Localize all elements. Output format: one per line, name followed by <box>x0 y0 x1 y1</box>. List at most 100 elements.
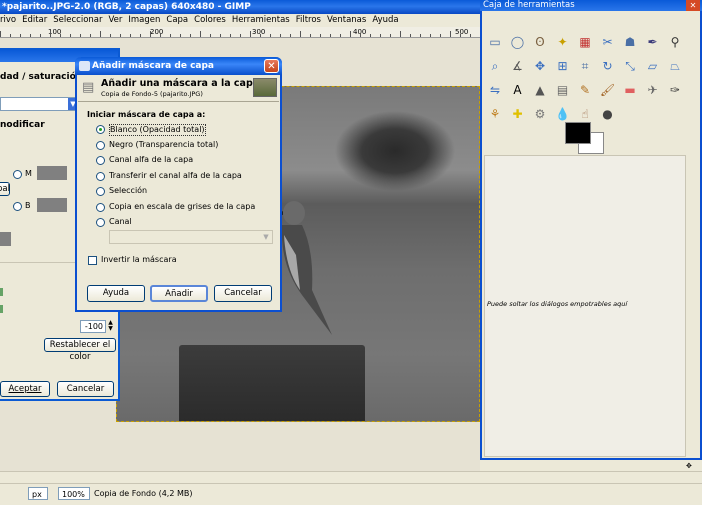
scale-icon[interactable]: ⤡ <box>622 58 638 74</box>
ruler-tick <box>340 34 341 37</box>
zoom-select[interactable]: 100% <box>58 487 90 500</box>
radio-layer-alpha-label[interactable]: Canal alfa de la capa <box>109 155 193 165</box>
text-icon[interactable]: A <box>510 82 526 98</box>
accept-button[interactable]: Aceptar <box>0 381 50 397</box>
dock-drop-area[interactable]: Puede soltar los diálogos empotrables aq… <box>484 155 686 457</box>
heal-icon[interactable]: ✚ <box>510 106 526 122</box>
radio-channel[interactable] <box>96 218 105 227</box>
blur-icon[interactable]: 💧 <box>555 106 571 122</box>
radio-m-label: M <box>25 169 32 178</box>
clone-icon[interactable]: ⚘ <box>487 106 503 122</box>
ruler-tick <box>300 31 301 37</box>
shear-icon[interactable]: ▱ <box>645 58 661 74</box>
smudge-icon[interactable]: ☝ <box>577 106 593 122</box>
unit-select[interactable]: px <box>28 487 48 500</box>
eraser-icon[interactable]: ▬ <box>622 82 638 98</box>
align-icon[interactable]: ⊞ <box>555 58 571 74</box>
bucket-fill-icon[interactable]: ▲ <box>532 82 548 98</box>
menu-colors[interactable]: Colores <box>194 14 232 27</box>
radio-b[interactable] <box>13 202 22 211</box>
ruler-label: 300 <box>252 28 266 36</box>
add-button[interactable]: Añadir <box>150 285 208 302</box>
ruler-tick <box>320 34 321 37</box>
invert-mask-label[interactable]: Invertir la máscara <box>101 255 177 265</box>
spin-input[interactable]: -100 <box>80 320 106 333</box>
radio-black-label[interactable]: Negro (Transparencia total) <box>109 140 218 150</box>
menu-edit[interactable]: Editar <box>22 14 53 27</box>
cancel-button[interactable]: Cancelar <box>57 381 114 397</box>
ruler-tick <box>110 34 111 37</box>
menu-image[interactable]: Imagen <box>128 14 166 27</box>
menu-filters[interactable]: Filtros <box>296 14 327 27</box>
cancel-button[interactable]: Cancelar <box>214 285 272 302</box>
ruler-tick <box>270 34 271 37</box>
slider-handle[interactable] <box>0 305 3 313</box>
perspective-clone-icon[interactable]: ⚙ <box>532 106 548 122</box>
master-button[interactable]: pal <box>0 182 10 196</box>
color-select-icon[interactable]: ▦ <box>577 34 593 50</box>
radio-grayscale[interactable] <box>96 203 105 212</box>
dodge-burn-icon[interactable]: ● <box>600 106 616 122</box>
move-icon[interactable]: ✥ <box>532 58 548 74</box>
ruler-tick <box>330 34 331 37</box>
radio-white[interactable] <box>96 125 105 134</box>
radio-selection-label[interactable]: Selección <box>109 186 147 196</box>
close-icon[interactable]: ✕ <box>686 0 700 11</box>
pencil-icon[interactable]: ✎ <box>577 82 593 98</box>
free-select-icon[interactable]: ʘ <box>532 34 548 50</box>
reset-color-button[interactable]: Restablecer el color <box>44 338 116 362</box>
radio-channel-label[interactable]: Canal <box>109 217 132 227</box>
rotate-icon[interactable]: ↻ <box>600 58 616 74</box>
close-icon[interactable]: ✕ <box>264 59 279 73</box>
measure-icon[interactable]: ∡ <box>510 58 526 74</box>
blend-icon[interactable]: ▤ <box>555 82 571 98</box>
nav-icon[interactable]: ✥ <box>686 462 700 470</box>
radio-m[interactable] <box>13 170 22 179</box>
radio-selection[interactable] <box>96 187 105 196</box>
ellipse-select-icon[interactable]: ◯ <box>510 34 526 50</box>
radio-black[interactable] <box>96 141 105 150</box>
gimp-app-icon <box>79 61 90 71</box>
mask-init-label: Iniciar máscara de capa a: <box>87 110 206 119</box>
menu-select[interactable]: Seleccionar <box>53 14 108 27</box>
radio-layer-alpha[interactable] <box>96 156 105 165</box>
scissors-icon[interactable]: ✂ <box>600 34 616 50</box>
radio-transfer-alpha[interactable] <box>96 172 105 181</box>
radio-grayscale-label[interactable]: Copia en escala de grises de la capa <box>109 202 255 212</box>
ruler-tick <box>20 34 21 37</box>
menu-tools[interactable]: Herramientas <box>232 14 296 27</box>
radio-white-label[interactable]: Blanco (Opacidad total) <box>109 124 206 136</box>
color-picker-icon[interactable]: ⚲ <box>667 34 683 50</box>
chevron-down-icon[interactable]: ▼ <box>260 231 272 243</box>
perspective-icon[interactable]: ⏢ <box>667 58 683 74</box>
divider <box>78 101 279 102</box>
radio-transfer-alpha-label[interactable]: Transferir el canal alfa de la capa <box>109 171 242 181</box>
spin-arrows-icon[interactable]: ▲ ▼ <box>106 320 115 333</box>
zoom-icon[interactable]: ⌕ <box>487 58 503 74</box>
ruler-tick <box>410 34 411 37</box>
menu-layer[interactable]: Capa <box>166 14 194 27</box>
paths-icon[interactable]: ✒ <box>645 34 661 50</box>
crop-icon[interactable]: ⌗ <box>577 58 593 74</box>
fuzzy-select-icon[interactable]: ✦ <box>555 34 571 50</box>
help-button[interactable]: Ayuda <box>87 285 145 302</box>
menu-file[interactable]: rivo <box>0 14 22 27</box>
channel-select[interactable] <box>109 230 273 244</box>
paintbrush-icon[interactable]: 🖌 <box>600 82 616 98</box>
invert-mask-checkbox[interactable] <box>88 256 97 265</box>
ruler-tick <box>220 34 221 37</box>
menu-view[interactable]: Ver <box>108 14 128 27</box>
foreground-color-swatch-top[interactable] <box>565 122 591 144</box>
menu-help[interactable]: Ayuda <box>372 14 404 27</box>
ruler-tick <box>160 34 161 37</box>
flip-icon[interactable]: ⇋ <box>487 82 503 98</box>
preset-select[interactable] <box>0 97 78 111</box>
airbrush-icon[interactable]: ✈ <box>645 82 661 98</box>
horizontal-scrollbar[interactable] <box>0 471 702 483</box>
ink-icon[interactable]: ✑ <box>667 82 683 98</box>
foreground-select-icon[interactable]: ☗ <box>622 34 638 50</box>
slider-handle[interactable] <box>0 288 3 296</box>
ruler-tick <box>140 34 141 37</box>
rect-select-icon[interactable]: ▭ <box>487 34 503 50</box>
menu-windows[interactable]: Ventanas <box>327 14 372 27</box>
